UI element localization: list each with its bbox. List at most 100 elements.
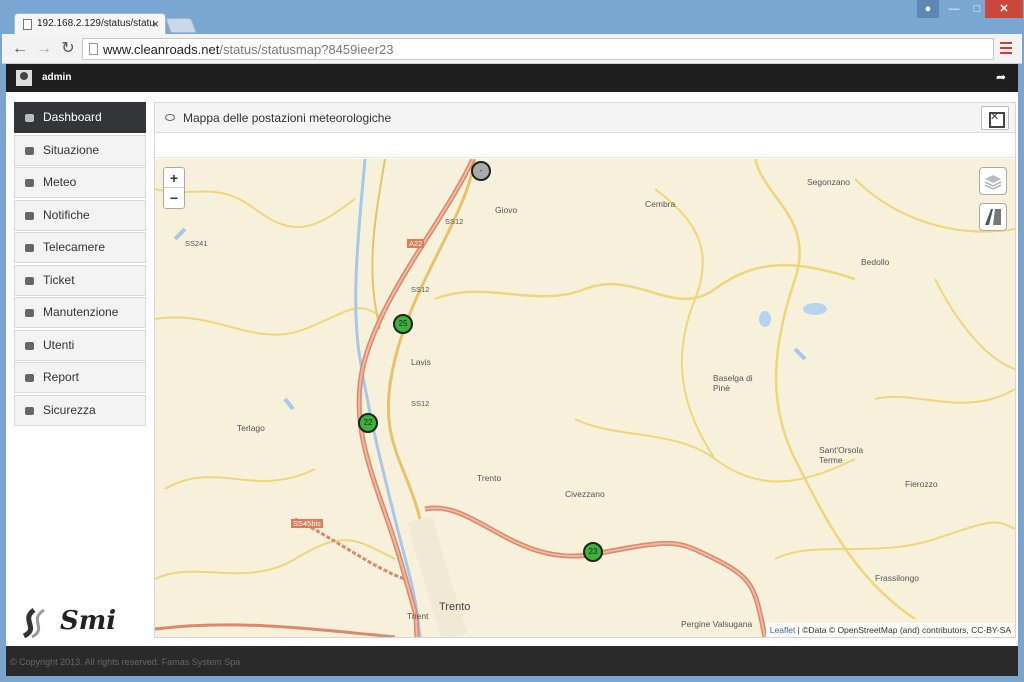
road-shield: SS45bis — [291, 519, 323, 528]
cloud-icon — [25, 179, 34, 187]
sidebar-item-label: Notifiche — [43, 207, 90, 222]
place-label: Fierozzo — [905, 479, 938, 489]
weather-station-marker[interactable]: 25 — [393, 314, 413, 334]
fullscreen-button[interactable] — [981, 106, 1009, 130]
sidebar-item-label: Sicurezza — [43, 402, 96, 417]
place-label: Terlago — [237, 423, 265, 433]
weather-station-marker[interactable]: - — [471, 161, 491, 181]
sidebar-item-label: Ticket — [43, 272, 75, 287]
browser-window: 192.168.2.129/status/statu × ● — □ ✕ ← →… — [0, 0, 1024, 682]
place-label: Frassilongo — [875, 573, 919, 583]
page-icon — [89, 43, 98, 55]
sidebar-item-label: Meteo — [43, 175, 77, 189]
copyright-text: © Copyright 2013. All rights reserved. F… — [10, 657, 241, 667]
layers-button[interactable] — [979, 167, 1007, 195]
maximize-button[interactable]: □ — [967, 0, 987, 18]
back-button[interactable]: ← — [10, 40, 30, 58]
road-label: SS12 — [445, 217, 464, 226]
app: admin ➦ Dashboard Situazione Meteo Notif… — [6, 64, 1018, 676]
sidebar-item-dashboard[interactable]: Dashboard — [14, 102, 146, 133]
road-label: SS241 — [185, 239, 208, 248]
sidebar: Dashboard Situazione Meteo Notifiche Tel… — [14, 102, 146, 427]
road-layer-button[interactable] — [979, 203, 1007, 231]
sidebar-item-manutenzione[interactable]: Manutenzione — [14, 297, 146, 328]
place-label: Pergine Valsugana — [681, 619, 753, 629]
zoom-in-button[interactable]: + — [164, 168, 184, 188]
road-label: SS12 — [411, 285, 430, 294]
map-attribution: Leaflet | ©Data © OpenStreetMap (and) co… — [765, 623, 1015, 637]
dashboard-icon — [25, 114, 34, 122]
new-tab-button[interactable] — [165, 18, 197, 33]
url-host: www.cleanroads.net — [103, 42, 220, 57]
layers-icon — [984, 175, 1002, 190]
zoom-control: + − — [163, 167, 185, 209]
close-window-button[interactable]: ✕ — [985, 0, 1023, 18]
wrench-icon — [25, 309, 34, 317]
reload-button[interactable]: ↻ — [58, 40, 78, 58]
username[interactable]: admin — [42, 72, 71, 83]
place-label: Cembra — [645, 199, 676, 209]
browser-menu-icon[interactable] — [1000, 42, 1012, 56]
place-label: Segonzano — [807, 177, 851, 187]
attribution-text: | ©Data © OpenStreetMap (and) contributo… — [795, 625, 1011, 635]
place-label: Giovo — [495, 205, 518, 215]
road-icon — [985, 209, 1001, 225]
sidebar-item-telecamere[interactable]: Telecamere — [14, 232, 146, 263]
title-bar: 192.168.2.129/status/statu × ● — □ ✕ — [0, 0, 1024, 35]
map[interactable]: + − Giovo Cembra Segonzano Bedollo Lavis… — [155, 159, 1015, 637]
lock-icon — [25, 406, 34, 415]
sidebar-item-label: Manutenzione — [43, 305, 119, 319]
place-label: Lavis — [411, 357, 431, 367]
url-path: /status/statusmap?8459ieer23 — [219, 42, 394, 57]
browser-tab[interactable]: 192.168.2.129/status/statu × — [14, 13, 166, 35]
weather-station-marker[interactable]: 22 — [358, 413, 378, 433]
map-pin-icon — [25, 146, 34, 155]
tab-title: 192.168.2.129/status/statu — [37, 18, 155, 29]
map-panel: Mappa delle postazioni meteorologiche ✕ … — [154, 102, 1016, 638]
sidebar-item-sicurezza[interactable]: Sicurezza — [14, 394, 146, 426]
panel-subheader — [155, 133, 1015, 158]
sidebar-item-utenti[interactable]: Utenti — [14, 329, 146, 361]
road-shield: A22 — [407, 239, 425, 248]
user-profile-icon[interactable]: ● — [917, 0, 939, 18]
sidebar-item-label: Situazione — [43, 142, 100, 157]
panel-title: Mappa delle postazioni meteorologiche — [183, 111, 392, 125]
place-label: Bedollo — [861, 257, 890, 267]
logout-icon[interactable]: ➦ — [996, 70, 1006, 84]
minimize-button[interactable]: — — [941, 0, 967, 18]
panel-header: Mappa delle postazioni meteorologiche — [155, 103, 1015, 133]
tab-close-icon[interactable]: × — [152, 17, 159, 31]
camera-icon — [25, 244, 34, 252]
footer: © Copyright 2013. All rights reserved. F… — [6, 646, 1018, 676]
sidebar-item-report[interactable]: Report — [14, 362, 146, 393]
sidebar-item-situazione[interactable]: Situazione — [14, 134, 146, 166]
place-label: Sant'Orsola Terme — [819, 445, 864, 465]
leaflet-link[interactable]: Leaflet — [770, 625, 796, 635]
smi-logo: Smi — [20, 604, 116, 640]
sidebar-item-meteo[interactable]: Meteo — [14, 167, 146, 198]
logo-text: Smi — [60, 606, 117, 636]
forward-button[interactable]: → — [34, 40, 54, 58]
road-label: SS12 — [411, 399, 430, 408]
zoom-out-button[interactable]: − — [164, 188, 184, 208]
address-bar[interactable]: www.cleanroads.net/status/statusmap?8459… — [82, 38, 994, 60]
weather-station-marker[interactable]: 23 — [583, 542, 603, 562]
place-label: Trento — [439, 601, 471, 613]
browser-toolbar: ← → ↻ www.cleanroads.net/status/statusma… — [2, 34, 1022, 64]
logo-road-icon — [22, 607, 45, 638]
avatar[interactable] — [16, 70, 32, 86]
sidebar-item-label: Report — [43, 370, 80, 384]
users-icon — [25, 341, 34, 350]
map-base-layer — [155, 159, 1015, 637]
warning-icon — [25, 211, 34, 220]
place-label: Civezzano — [565, 489, 605, 499]
top-navbar: admin ➦ — [6, 64, 1018, 92]
place-label: Trento — [477, 473, 502, 483]
sidebar-item-label: Dashboard — [43, 110, 102, 124]
sidebar-item-ticket[interactable]: Ticket — [14, 264, 146, 296]
place-label: Trient — [407, 611, 429, 621]
sidebar-item-notifiche[interactable]: Notifiche — [14, 199, 146, 231]
sidebar-item-label: Telecamere — [43, 240, 106, 254]
sidebar-item-label: Utenti — [43, 337, 75, 352]
ticket-icon — [25, 276, 34, 285]
